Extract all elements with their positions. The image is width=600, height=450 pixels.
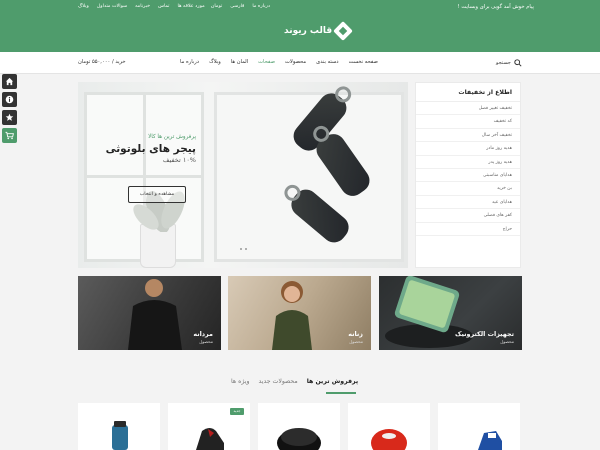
offer-link[interactable]: هدیه روز مادر	[416, 142, 520, 156]
bottle-product-image	[112, 421, 128, 450]
active-tab-indicator	[326, 392, 356, 394]
sticky-cart-button[interactable]	[2, 128, 17, 143]
menu-item-products[interactable]: محصولات	[285, 59, 306, 65]
offer-link[interactable]: حراج	[416, 223, 520, 236]
search-icon	[514, 59, 522, 67]
category-title: زنانه	[348, 330, 363, 338]
offer-link[interactable]: کفر های فصلی	[416, 209, 520, 223]
currency-select[interactable]: تومان	[211, 4, 222, 9]
hero-kicker: پرفروش ترین ها کالا	[148, 134, 196, 140]
offers-title: اطلاع از تخفیفات	[416, 83, 520, 102]
offer-link[interactable]: تخفیف آخر سال	[416, 129, 520, 143]
tab-special[interactable]: ویژه ها	[231, 378, 249, 385]
menu-item-about[interactable]: درباره ما	[180, 59, 199, 65]
top-link-faq[interactable]: سوالات متداول	[97, 4, 127, 9]
sneaker-product-image	[478, 431, 502, 450]
home-icon	[5, 77, 14, 86]
language-select[interactable]: فارسی	[230, 4, 244, 9]
top-link-newsletter[interactable]: خبرنامه	[135, 4, 150, 9]
tab-new-products[interactable]: محصولات جدید	[258, 378, 297, 385]
offer-link[interactable]: هدایای عید	[416, 196, 520, 210]
menu-item-categories[interactable]: دسته بندی	[316, 59, 338, 65]
top-link-blog[interactable]: وبلاگ	[78, 4, 89, 9]
logo-text: قالب ریوند	[284, 26, 333, 36]
product-card[interactable]	[258, 403, 340, 450]
menu-item-blog[interactable]: وبلاگ	[209, 59, 221, 65]
sticky-home-button[interactable]	[2, 74, 17, 89]
sticky-info-button[interactable]	[2, 92, 17, 107]
category-banner-electronics[interactable]: تجهیزات الکترونیک محصول	[379, 276, 522, 350]
top-settings-links: درباره ما فارسی تومان	[211, 4, 270, 9]
hero-caption: پرفروش ترین ها کالا پیجر های بلوتوثی ۱۰%…	[98, 134, 196, 164]
product-card[interactable]	[438, 403, 520, 450]
tab-best-sellers[interactable]: پرفروش ترین ها	[307, 378, 358, 385]
category-subtitle: محصول	[199, 339, 213, 344]
top-header: پیام خوش آمد گویی برای وبسایت ! مورد علا…	[0, 0, 600, 52]
menu-item-pages[interactable]: صفحات	[258, 59, 275, 65]
top-link-favorites[interactable]: مورد علاقه ها	[178, 4, 205, 9]
category-title: تجهیزات الکترونیک	[454, 330, 514, 338]
main-menu: صفحه نخست دسته بندی محصولات صفحات المان …	[180, 59, 378, 65]
welcome-message: پیام خوش آمد گویی برای وبسایت !	[457, 4, 534, 10]
category-banner-women[interactable]: زنانه محصول	[228, 276, 371, 350]
star-icon	[5, 113, 14, 121]
menu-item-elements[interactable]: المان ها	[231, 59, 248, 65]
search-button[interactable]: جستجو	[496, 59, 522, 67]
category-title: مردانه	[193, 330, 213, 338]
speaker-product-image	[371, 429, 407, 450]
sticky-favorites-button[interactable]	[2, 110, 17, 125]
top-utility-links: مورد علاقه ها تماس خبرنامه سوالات متداول…	[78, 4, 205, 9]
hero-cta-button[interactable]: مشاهده و انتخاب	[128, 186, 186, 203]
menu-item-home[interactable]: صفحه نخست	[349, 59, 378, 65]
product-card[interactable]: جدید	[168, 403, 250, 450]
category-subtitle: محصول	[500, 339, 514, 344]
product-tabs: پرفروش ترین ها محصولات جدید ویژه ها	[231, 378, 358, 385]
offer-link[interactable]: بن خرید	[416, 182, 520, 196]
offer-link[interactable]: تخفیف تغییر فصل	[416, 102, 520, 116]
main-navigation: جستجو صفحه نخست دسته بندی محصولات صفحات …	[0, 52, 600, 74]
info-icon	[5, 95, 14, 104]
top-link-about[interactable]: درباره ما	[252, 4, 270, 9]
logo-mark-icon	[333, 21, 353, 41]
top-link-contact[interactable]: تماس	[158, 4, 169, 9]
offer-link[interactable]: هدیه روز پدر	[416, 156, 520, 169]
category-banner-men[interactable]: مردانه محصول	[78, 276, 221, 350]
product-card[interactable]	[78, 403, 160, 450]
cart-summary[interactable]: خرید / ۵۵۰,۰۰۰ تومان	[78, 59, 126, 65]
offer-link[interactable]: کد تخفیف	[416, 115, 520, 129]
product-card[interactable]	[348, 403, 430, 450]
hero-discount: ۱۰% تخفیف	[162, 156, 196, 164]
category-subtitle: محصول	[349, 339, 363, 344]
slider-dots[interactable]	[240, 248, 247, 250]
offers-sidebar: اطلاع از تخفیفات تخفیف تغییر فصل کد تخفی…	[415, 82, 521, 268]
cart-icon	[5, 131, 14, 140]
hero-slider[interactable]: پرفروش ترین ها کالا پیجر های بلوتوثی ۱۰%…	[78, 82, 408, 268]
offer-link[interactable]: هدایای مناسبتی	[416, 169, 520, 183]
search-label: جستجو	[496, 60, 511, 66]
site-logo[interactable]: قالب ریوند	[284, 21, 353, 41]
hero-headline: پیجر های بلوتوثی	[105, 143, 196, 155]
earbuds-case-product-image	[277, 428, 321, 450]
new-badge: جدید	[230, 408, 244, 415]
